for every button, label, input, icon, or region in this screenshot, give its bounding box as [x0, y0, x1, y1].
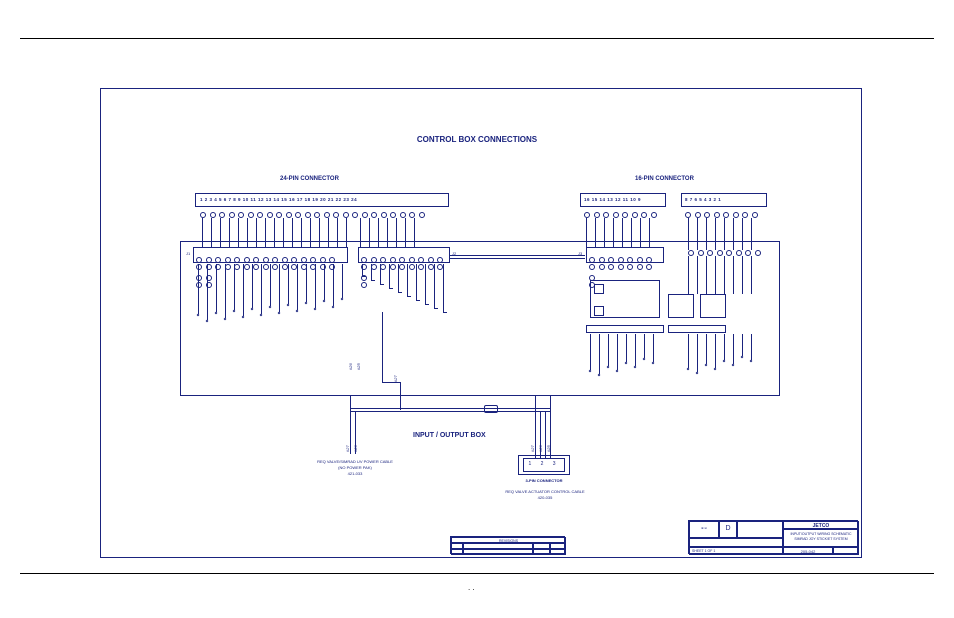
connector-16pin-b-pins: 8 7 6 5 4 3 2 1 — [685, 197, 721, 202]
cable-drop-right-2 — [540, 411, 541, 458]
connector-24pin-label: 24-PIN CONNECTOR — [280, 176, 339, 182]
actuator-cable-line1: REQ VALVE ACTUATOR CONTROL CABLE — [490, 489, 600, 494]
wire-power-h — [382, 382, 400, 383]
cable-drop-left-2 — [355, 411, 356, 454]
wire-power-node — [382, 312, 383, 382]
cable-run-bottom — [350, 411, 550, 412]
title-block-size: D — [719, 521, 737, 538]
connector-24pin-pins: 1 2 3 4 5 6 7 8 9 10 11 12 13 14 15 16 1… — [200, 197, 357, 202]
wires-right-down — [688, 334, 768, 384]
cable-drop-right-1 — [535, 396, 536, 458]
terminal-strip-j3 — [586, 247, 664, 263]
component-block-left — [590, 280, 660, 318]
title-block-desc2: SIMRAD JOY STICK/ET SYSTEM — [794, 537, 847, 541]
wires-24pin-to-terminals — [202, 218, 452, 248]
wires-right-internal — [688, 256, 768, 296]
cable-drop-right-3 — [545, 411, 546, 458]
wires-j1-down — [198, 264, 358, 324]
terminal-strip-j1 — [193, 247, 348, 263]
wires-j2 — [362, 264, 452, 364]
page: CONTROL BOX CONNECTIONS 24-PIN CONNECTOR… — [0, 0, 954, 618]
bus-wire-top-2 — [450, 258, 585, 259]
terminal-strip-j2 — [358, 247, 450, 263]
wire-label-27-mid: #27 — [393, 375, 398, 382]
title-block-desc1: INPUT/OUTPUT WIRING SCHEMATIC — [790, 532, 851, 536]
title-block-dwg: 205-042 — [783, 547, 833, 555]
power-cable-line1: REQ VALVE/SIMRAD UV POWER CABLE — [300, 459, 410, 464]
connector-16pin-label: 16-PIN CONNECTOR — [635, 176, 694, 182]
rule-top — [20, 38, 934, 39]
terminal-strip-lower-left — [586, 325, 664, 333]
wire-label-25-left: #25 — [356, 363, 361, 370]
cable-drop-left-1 — [350, 396, 351, 454]
actuator-cable-line2: 420-035 — [490, 495, 600, 500]
terminal-strip-lower-right — [668, 325, 726, 333]
terminal-j1-tag: J1 — [186, 251, 190, 256]
connector-3pin-outer — [518, 455, 570, 475]
wire-label-26-left: #26 — [348, 363, 353, 370]
wires-16pin-a-down — [586, 218, 666, 248]
relay-2 — [700, 294, 726, 318]
title-block: ⊕ ⊖ D JETCO INPUT/OUTPUT WIRING SCHEMATI… — [688, 520, 858, 554]
connector-16pin-a-pins: 16 15 14 13 12 11 10 9 — [584, 197, 641, 202]
diagram-title: CONTROL BOX CONNECTIONS — [0, 135, 954, 144]
title-block-sheet: SHEET 1 OF 1 — [689, 547, 783, 555]
wire-power-v2 — [400, 382, 401, 410]
power-cable-line2: (NO POWER PAK) — [300, 465, 410, 470]
connector-3pin-label: 3-PIN CONNECTOR — [518, 478, 570, 483]
wires-j3-down — [590, 334, 668, 384]
relay-1 — [668, 294, 694, 318]
io-box-label: INPUT / OUTPUT BOX — [413, 432, 486, 439]
power-cable-line3: 421-033 — [300, 471, 410, 476]
cable-drop-right-4 — [550, 396, 551, 458]
bus-wire-top — [450, 255, 585, 256]
page-dots: . . — [468, 583, 475, 592]
rule-bottom — [20, 573, 934, 574]
wires-16pin-b-down — [688, 218, 768, 253]
revision-block: REVISIONS — [450, 536, 565, 554]
cable-run-top — [350, 408, 550, 409]
title-block-company: JETCO — [783, 521, 859, 529]
